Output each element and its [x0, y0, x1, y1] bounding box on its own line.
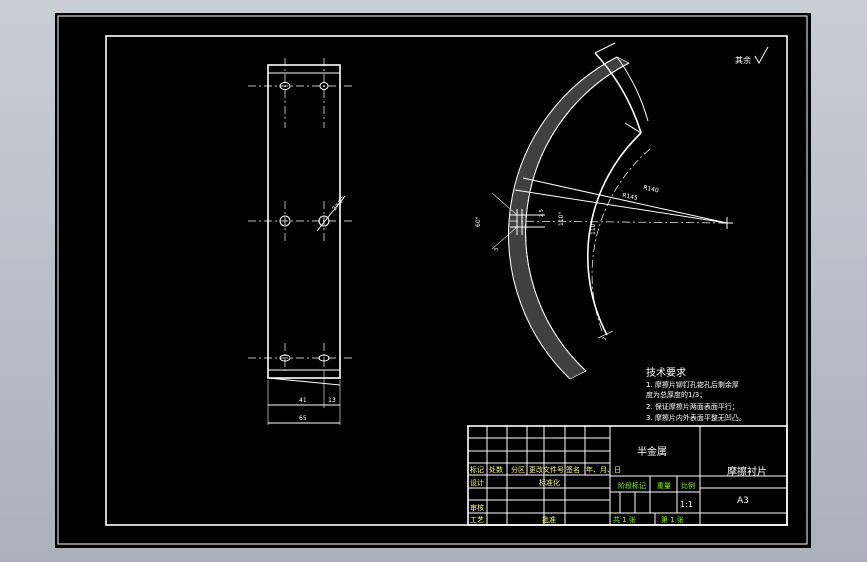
- notes-title: 技术要求: [646, 366, 686, 379]
- label-approve: 批准: [542, 515, 556, 524]
- dim-3a: 3: [494, 248, 500, 251]
- outer-border: [57, 15, 808, 545]
- label-weight: 重量: [657, 482, 671, 490]
- note-line: 度为总厚度的1/3；: [646, 390, 706, 399]
- roughness-symbol: [754, 46, 769, 65]
- scale-value: 1:1: [680, 500, 693, 509]
- dim-13: 13: [328, 397, 336, 404]
- label-standard: 标准化: [539, 478, 560, 487]
- cad-drawing: 其余 2×φ5 41 13 65 R140 R145 60° 3 2.5 110…: [57, 15, 808, 545]
- dim-3b: 3: [602, 336, 609, 342]
- sheet-number: 第 1 张: [661, 515, 684, 524]
- dim-65: 65: [299, 415, 307, 422]
- dim-41: 41: [299, 397, 307, 404]
- hdr-zone: 分区: [511, 465, 525, 474]
- hdr-count: 处数: [489, 465, 503, 474]
- roughness-label: 其余: [735, 55, 751, 65]
- title-block: 标记 处数 分区 更改文件号 签名 年、月、日 设计 标准化 审核 工艺 批准 …: [467, 425, 788, 526]
- label-process: 工艺: [470, 516, 484, 524]
- dim-25: 2.5: [539, 209, 545, 217]
- material: 半金属: [637, 445, 667, 458]
- dim-60: 60°: [475, 216, 482, 227]
- hdr-sign: 签名: [566, 465, 580, 474]
- hdr-mark: 标记: [470, 465, 484, 474]
- note-line: 3. 摩擦片内外表面平整无凹凸。: [646, 413, 746, 422]
- front-view: 2×φ5 41 13 65: [248, 58, 355, 425]
- centre-arc: [591, 148, 651, 332]
- drawing-no: A3: [737, 496, 749, 506]
- note-line: 1. 摩擦片铆钉孔锪孔后剩余厚: [646, 380, 739, 389]
- dim-110a: 110°: [558, 212, 565, 226]
- hole-dim: 2×φ5: [331, 194, 346, 212]
- dim-110b: 110°: [590, 221, 597, 235]
- hdr-docno: 更改文件号: [529, 465, 564, 474]
- viewer-background: 其余 2×φ5 41 13 65 R140 R145 60° 3 2.5 110…: [0, 0, 867, 562]
- dim-r140: R140: [643, 184, 660, 194]
- side-view: R140 R145 60° 3 2.5 110° 110° 3: [475, 42, 733, 380]
- hdr-date: 年、月、日: [586, 465, 621, 474]
- sheet-total: 共 1 张: [613, 515, 636, 524]
- label-stage: 阶段标记: [618, 481, 646, 490]
- drawing-canvas[interactable]: 其余 2×φ5 41 13 65 R140 R145 60° 3 2.5 110…: [55, 13, 811, 548]
- note-line: 2. 保证摩擦片两面表面平行；: [646, 402, 739, 411]
- inner-frame: [105, 35, 788, 526]
- label-design: 设计: [470, 478, 484, 487]
- technical-notes: 技术要求 1. 摩擦片铆钉孔锪孔后剩余厚 度为总厚度的1/3； 2. 保证摩擦片…: [646, 366, 746, 422]
- label-ratio: 比例: [681, 481, 695, 490]
- label-review: 审核: [470, 503, 484, 512]
- part-name: 摩擦衬片: [727, 465, 767, 478]
